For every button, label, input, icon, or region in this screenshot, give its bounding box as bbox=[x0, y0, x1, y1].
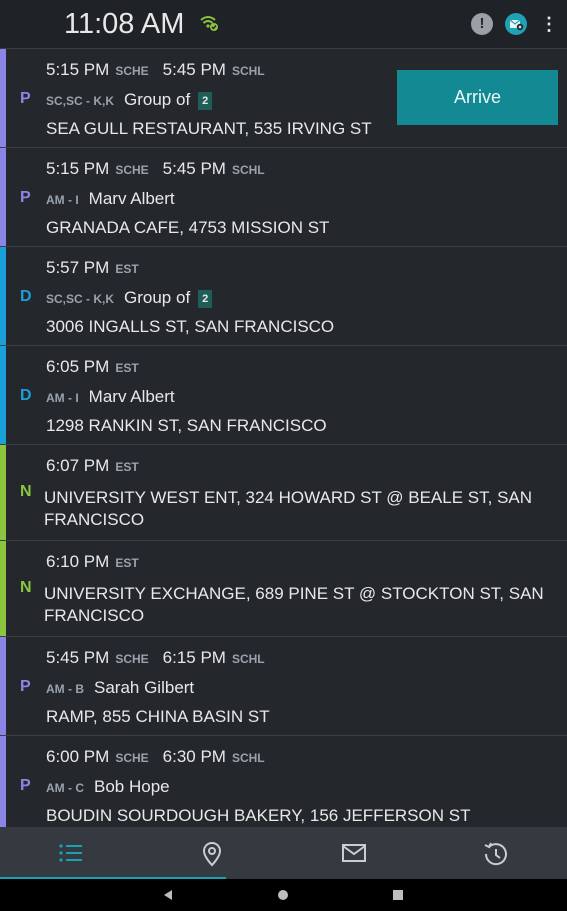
stop-address: SEA GULL RESTAURANT, 535 IRVING ST bbox=[46, 119, 372, 138]
stop-type-letter: N bbox=[20, 579, 32, 596]
trip-row[interactable]: P 6:00 PM SCHE 6:30 PM SCHL AM - C Bob Hope … bbox=[0, 736, 567, 827]
mail-icon bbox=[342, 844, 366, 862]
type-stripe bbox=[0, 148, 6, 246]
scheduled-time: 5:15 PM bbox=[46, 159, 110, 178]
trip-row[interactable]: D 6:05 PM EST AM - I Marv Albert 1298 RANK… bbox=[0, 346, 567, 445]
stop-address: GRANADA CAFE, 4753 MISSION ST bbox=[46, 218, 330, 237]
tab-map[interactable] bbox=[141, 827, 282, 879]
estimated-time: 6:05 PM bbox=[46, 357, 110, 376]
rider-name: Group of bbox=[124, 288, 191, 307]
time-tag: SCHL bbox=[231, 751, 265, 765]
scheduled-time: 5:45 PM bbox=[46, 648, 110, 667]
time-tag: EST bbox=[115, 556, 139, 570]
tab-list[interactable] bbox=[0, 827, 141, 879]
time-tag: SCHE bbox=[115, 163, 149, 177]
rider-code: AM - B bbox=[46, 682, 84, 696]
rider-name: Marv Albert bbox=[88, 189, 175, 208]
type-stripe bbox=[0, 247, 6, 345]
stop-address: BOUDIN SOURDOUGH BAKERY, 156 JEFFERSON S… bbox=[46, 806, 471, 825]
trip-row[interactable]: P 5:15 PM SCHE 5:45 PM SCHL AM - I Marv Albe… bbox=[0, 148, 567, 247]
stop-address: UNIVERSITY WEST ENT, 324 HOWARD ST @ BEA… bbox=[44, 488, 533, 529]
trip-row[interactable]: D 5:57 PM EST SC,SC - K,K Group of 2 3006 I… bbox=[0, 247, 567, 346]
stop-type-letter: D bbox=[20, 288, 32, 305]
rider-name: Marv Albert bbox=[88, 387, 175, 406]
system-nav-bar bbox=[0, 879, 567, 911]
type-stripe bbox=[0, 637, 6, 735]
rider-name: Bob Hope bbox=[94, 777, 170, 796]
time-tag: EST bbox=[115, 460, 139, 474]
location-pin-icon bbox=[202, 841, 222, 867]
latest-time: 5:45 PM bbox=[162, 159, 226, 178]
time-tag: SCHL bbox=[231, 163, 265, 177]
trip-row[interactable]: P 5:15 PM SCHE 5:45 PM SCHL SC,SC - K,K Grou… bbox=[0, 49, 567, 148]
stop-type-letter: N bbox=[20, 483, 32, 500]
rider-code: AM - I bbox=[46, 193, 79, 207]
bottom-nav bbox=[0, 827, 567, 879]
recents-icon[interactable] bbox=[393, 890, 403, 900]
estimated-time: 6:10 PM bbox=[46, 552, 110, 571]
wifi-connected-icon bbox=[200, 16, 218, 31]
trip-list: P 5:15 PM SCHE 5:45 PM SCHL SC,SC - K,K Grou… bbox=[0, 49, 567, 827]
time-tag: SCHL bbox=[231, 64, 265, 78]
rider-code: SC,SC - K,K bbox=[46, 94, 115, 108]
time-tag: SCHE bbox=[115, 652, 149, 666]
time-tag: SCHE bbox=[115, 64, 149, 78]
latest-time: 5:45 PM bbox=[162, 60, 226, 79]
rider-code: SC,SC - K,K bbox=[46, 292, 115, 306]
history-icon bbox=[484, 842, 507, 866]
time-tag: SCHL bbox=[231, 652, 265, 666]
latest-time: 6:15 PM bbox=[162, 648, 226, 667]
trip-row[interactable]: N 6:10 PM EST UNIVERSITY EXCHANGE, 689 PI… bbox=[0, 541, 567, 637]
type-stripe bbox=[0, 49, 6, 147]
mail-badge-icon[interactable] bbox=[505, 13, 527, 35]
overflow-menu-icon[interactable]: ⋮ bbox=[540, 14, 558, 34]
arrive-button[interactable]: Arrive bbox=[397, 70, 558, 125]
latest-time: 6:30 PM bbox=[162, 747, 226, 766]
stop-address: UNIVERSITY EXCHANGE, 689 PINE ST @ STOCK… bbox=[44, 584, 544, 625]
list-icon bbox=[59, 844, 82, 862]
trip-row[interactable]: N 6:07 PM EST UNIVERSITY WEST ENT, 324 HO… bbox=[0, 445, 567, 541]
stop-address: 1298 RANKIN ST, SAN FRANCISCO bbox=[46, 416, 327, 435]
stop-type-letter: P bbox=[20, 678, 31, 695]
back-icon[interactable] bbox=[162, 889, 174, 901]
rider-code: AM - C bbox=[46, 781, 84, 795]
type-stripe bbox=[0, 541, 6, 636]
home-icon[interactable] bbox=[278, 890, 288, 900]
stop-type-letter: P bbox=[20, 777, 31, 794]
stop-address: 3006 INGALLS ST, SAN FRANCISCO bbox=[46, 317, 335, 336]
group-count-badge: 2 bbox=[198, 290, 213, 308]
rider-code: AM - I bbox=[46, 391, 79, 405]
rider-name: Group of bbox=[124, 90, 191, 109]
time-tag: SCHE bbox=[115, 751, 149, 765]
time-tag: EST bbox=[115, 361, 139, 375]
stop-type-letter: P bbox=[20, 90, 31, 107]
estimated-time: 5:57 PM bbox=[46, 258, 110, 277]
clock: 11:08 AM bbox=[64, 8, 185, 40]
type-stripe bbox=[0, 736, 6, 827]
stop-address: RAMP, 855 CHINA BASIN ST bbox=[46, 707, 270, 726]
stop-type-letter: D bbox=[20, 387, 32, 404]
alert-icon[interactable]: ! bbox=[471, 13, 493, 35]
tab-history[interactable] bbox=[425, 827, 566, 879]
estimated-time: 6:07 PM bbox=[46, 456, 110, 475]
tab-messages[interactable] bbox=[283, 827, 424, 879]
trip-row[interactable]: P 5:45 PM SCHE 6:15 PM SCHL AM - B Sarah Gil… bbox=[0, 637, 567, 736]
type-stripe bbox=[0, 445, 6, 540]
status-bar: 11:08 AM ! ⋮ bbox=[0, 0, 567, 49]
scheduled-time: 6:00 PM bbox=[46, 747, 110, 766]
rider-name: Sarah Gilbert bbox=[94, 678, 195, 697]
stop-type-letter: P bbox=[20, 189, 31, 206]
time-tag: EST bbox=[115, 262, 139, 276]
type-stripe bbox=[0, 346, 6, 444]
scheduled-time: 5:15 PM bbox=[46, 60, 110, 79]
group-count-badge: 2 bbox=[198, 92, 213, 110]
